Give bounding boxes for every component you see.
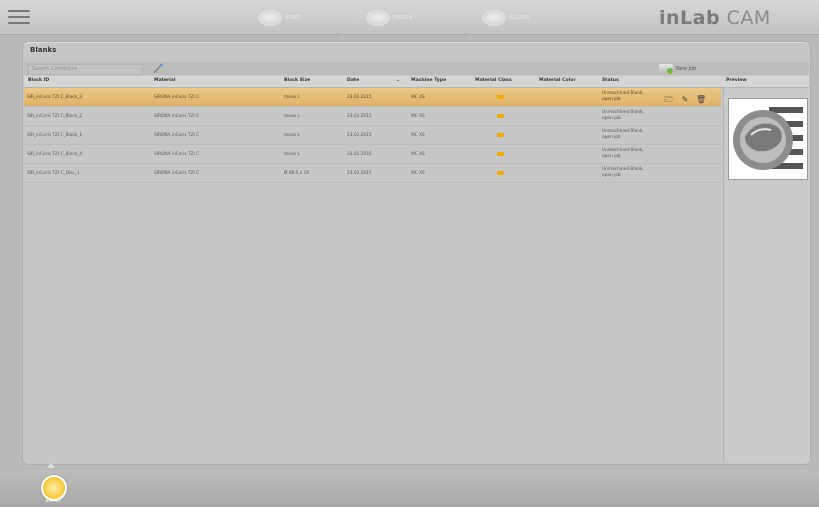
edit-icon[interactable]: ✎ bbox=[680, 95, 690, 105]
panel-title: Blanks bbox=[30, 46, 57, 54]
active-tab-marker bbox=[47, 463, 55, 468]
block-preview-image bbox=[728, 98, 808, 180]
cell-status: Unmachined Blank, open job bbox=[602, 110, 644, 121]
column-header[interactable]: Material Color bbox=[539, 78, 576, 83]
material-class-swatch bbox=[497, 114, 504, 118]
cell-date: 23.02.2015 bbox=[347, 171, 372, 176]
delete-icon[interactable]: 🗑 bbox=[696, 95, 706, 105]
column-header[interactable]: Block Size bbox=[284, 78, 310, 83]
column-header: Preview bbox=[726, 78, 747, 83]
column-header[interactable]: Status bbox=[602, 78, 619, 83]
cell-material: SIRONA inCoris TZI C bbox=[154, 152, 200, 157]
cell-material: SIRONA inCoris TZI C bbox=[154, 171, 200, 176]
blanks-tab-button[interactable]: Blanks bbox=[40, 471, 67, 505]
material-class-swatch bbox=[497, 171, 504, 175]
cell-machine-type: MC XS bbox=[411, 95, 425, 100]
table-body: SIR_inCoris TZI C_Block_3 SIRONA inCoris… bbox=[24, 88, 721, 183]
blanks-panel: Blanks Search Conditions New Job Block I… bbox=[22, 41, 811, 465]
cell-block-size: mono L bbox=[284, 95, 300, 100]
cell-date: 23.02.2015 bbox=[347, 114, 372, 119]
phase-start[interactable]: START bbox=[258, 8, 300, 28]
pipette-icon[interactable] bbox=[152, 63, 164, 74]
folder-open-icon[interactable]: 🗁 bbox=[664, 95, 674, 105]
cell-status: Unmachined Blank, open job bbox=[602, 129, 644, 140]
column-header[interactable]: Machine Type bbox=[411, 78, 446, 83]
cell-machine-type: MC XS bbox=[411, 152, 425, 157]
top-bar: START DESIGN MILLING inLab CAM bbox=[0, 0, 819, 37]
material-class-swatch bbox=[497, 95, 504, 99]
cell-block-id: SIR_inCoris TZI C_Disc_1 bbox=[27, 171, 80, 176]
search-input[interactable]: Search Conditions bbox=[28, 64, 143, 75]
phase-design[interactable]: DESIGN bbox=[366, 8, 412, 28]
table-header: Block ID Material Block Size Date ⌄ Mach… bbox=[24, 76, 809, 88]
milling-phase-icon bbox=[482, 10, 506, 26]
toolbar: Search Conditions New Job bbox=[24, 62, 809, 75]
cell-status: Unmachined Blank, open job bbox=[602, 148, 644, 159]
phase-design-label: DESIGN bbox=[393, 15, 413, 21]
menu-icon[interactable] bbox=[6, 6, 32, 28]
new-job-button[interactable]: New Job bbox=[659, 63, 696, 74]
material-class-swatch bbox=[497, 133, 504, 137]
cell-date: 23.02.2015 bbox=[347, 133, 372, 138]
column-header[interactable]: Date bbox=[347, 78, 359, 83]
row-actions: 🗁 ✎ 🗑 bbox=[664, 95, 706, 105]
sort-icon: ⌄ bbox=[396, 78, 400, 83]
cell-block-id: SIR_inCoris TZI C_Block_2 bbox=[27, 114, 83, 119]
table-row[interactable]: SIR_inCoris TZI C_Block_3 SIRONA inCoris… bbox=[24, 88, 721, 107]
cell-date: 23.02.2015 bbox=[347, 152, 372, 157]
cell-status: Unmachined Blank, open job bbox=[602, 167, 644, 178]
cell-machine-type: MC XS bbox=[411, 114, 425, 119]
cell-block-size: mono L bbox=[284, 152, 300, 157]
cell-block-size: Ø 98.5 x 16 bbox=[284, 171, 310, 176]
phase-milling[interactable]: MILLING bbox=[482, 8, 529, 28]
column-header[interactable]: Block ID bbox=[28, 78, 49, 83]
table-row[interactable]: SIR_inCoris TZI C_Block_4 SIRONA inCoris… bbox=[24, 145, 721, 164]
cell-block-id: SIR_inCoris TZI C_Block_1 bbox=[27, 133, 83, 138]
brand-logo: inLab CAM bbox=[659, 7, 771, 29]
design-phase-icon bbox=[366, 10, 390, 26]
cell-machine-type: MC XS bbox=[411, 171, 425, 176]
cell-block-size: mono L bbox=[284, 114, 300, 119]
new-job-label: New Job bbox=[676, 65, 697, 72]
column-header[interactable]: Material Class bbox=[475, 78, 512, 83]
cell-block-id: SIR_inCoris TZI C_Block_4 bbox=[27, 152, 83, 157]
bottom-bar bbox=[0, 470, 819, 507]
blanks-icon bbox=[41, 475, 67, 501]
table-row[interactable]: SIR_inCoris TZI C_Disc_1 SIRONA inCoris … bbox=[24, 164, 721, 183]
column-header[interactable]: Material bbox=[154, 78, 176, 83]
blanks-tab-label: Blanks bbox=[45, 499, 61, 504]
cell-material: SIRONA inCoris TZI C bbox=[154, 114, 200, 119]
cell-block-size: mono L bbox=[284, 133, 300, 138]
cell-status: Unmachined Blank, open job bbox=[602, 91, 644, 102]
material-class-swatch bbox=[497, 152, 504, 156]
new-job-icon bbox=[659, 63, 673, 74]
cell-date: 23.02.2015 bbox=[347, 95, 372, 100]
table-row[interactable]: SIR_inCoris TZI C_Block_2 SIRONA inCoris… bbox=[24, 107, 721, 126]
table-row[interactable]: SIR_inCoris TZI C_Block_1 SIRONA inCoris… bbox=[24, 126, 721, 145]
start-phase-icon bbox=[258, 10, 282, 26]
phase-separator bbox=[326, 0, 365, 37]
cell-material: SIRONA inCoris TZI C bbox=[154, 95, 200, 100]
cell-machine-type: MC XS bbox=[411, 133, 425, 138]
cell-block-id: SIR_inCoris TZI C_Block_3 bbox=[27, 95, 83, 100]
phase-start-label: START bbox=[285, 15, 301, 21]
phase-milling-label: MILLING bbox=[509, 15, 530, 21]
cell-material: SIRONA inCoris TZI C bbox=[154, 133, 200, 138]
